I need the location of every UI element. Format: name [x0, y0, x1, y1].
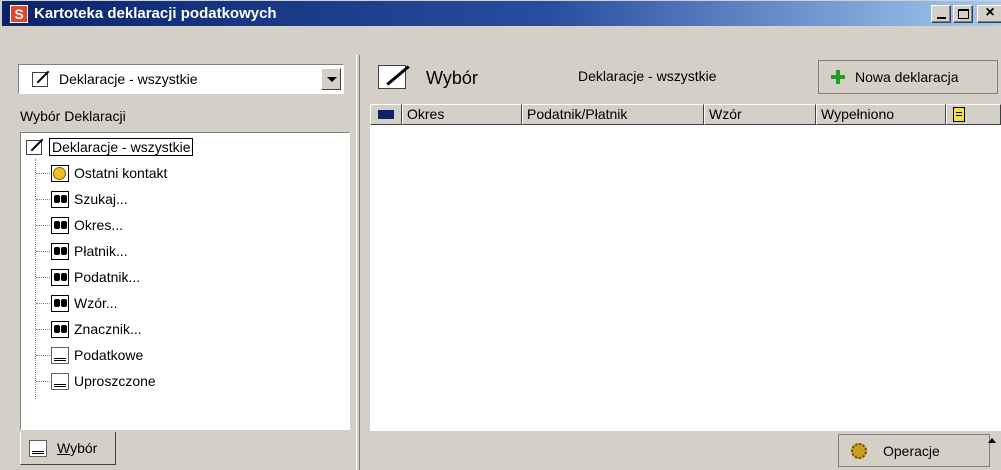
minimize-icon [937, 17, 946, 19]
tree-connector [36, 329, 50, 330]
chevron-up-icon[interactable] [988, 438, 996, 443]
tree-item-podatkowe[interactable]: Podatkowe [51, 345, 143, 365]
view-select-value: Deklaracje - wszystkie [59, 71, 198, 87]
tree-item-uproszczone[interactable]: Uproszczone [51, 371, 156, 391]
tree-item-root[interactable]: Deklaracje - wszystkie [25, 137, 194, 157]
close-icon: × [985, 4, 995, 21]
binoculars-icon [51, 320, 69, 338]
tree-item-label: Znacznik... [74, 321, 142, 337]
binoculars-icon [51, 190, 69, 208]
tree-connector [36, 277, 50, 278]
selection-marker-icon [378, 110, 394, 119]
tree-item-wzor[interactable]: Wzór... [51, 293, 118, 313]
tree-item-szukaj[interactable]: Szukaj... [51, 189, 128, 209]
operations-label: Operacje [883, 443, 940, 459]
binoculars-icon [51, 242, 69, 260]
document-icon [51, 372, 69, 390]
view-select-dropdown-button[interactable] [321, 68, 341, 90]
select-all-column-header[interactable] [370, 104, 402, 125]
tree-connector [36, 381, 50, 382]
column-header-wypelniono[interactable]: Wypełniono [816, 104, 946, 125]
minimize-button[interactable] [931, 5, 951, 23]
tree-item-label: Okres... [74, 217, 124, 233]
column-header-podatnik-platnik[interactable]: Podatnik/Płatnik [522, 104, 704, 125]
grid-header: Okres Podatnik/Płatnik Wzór Wypełniono [370, 104, 1001, 125]
maximize-icon [958, 9, 969, 19]
clock-icon [51, 164, 69, 182]
tree-item-label: Szukaj... [74, 191, 128, 207]
pen-icon [31, 70, 51, 88]
tree-item-label: Podatnik... [74, 269, 141, 285]
tree-connector [36, 225, 50, 226]
tree-connector [36, 251, 50, 252]
close-button[interactable]: × [977, 4, 1001, 23]
tree-item-ostatni-kontakt[interactable]: Ostatni kontakt [51, 163, 167, 183]
window-title: Kartoteka deklaracji podatkowych [34, 5, 277, 22]
column-header-notes[interactable] [946, 104, 1001, 125]
tree-item-znacznik[interactable]: Znacznik... [51, 319, 142, 339]
maximize-button[interactable] [953, 5, 973, 23]
plus-icon [831, 70, 845, 84]
column-header-okres[interactable]: Okres [402, 104, 522, 125]
title-bar[interactable]: S Kartoteka deklaracji podatkowych × [2, 1, 1001, 26]
selection-tree[interactable]: Deklaracje - wszystkie Ostatni kontakt S… [20, 132, 350, 430]
tree-connector [36, 199, 50, 200]
tree-item-label: Ostatni kontakt [74, 165, 168, 181]
tree-item-label: Uproszczone [74, 373, 156, 389]
tree-item-label: Wzór... [74, 295, 118, 311]
tree-item-platnik[interactable]: Płatnik... [51, 241, 128, 261]
gear-icon [851, 443, 867, 459]
app-logo-icon: S [10, 5, 28, 23]
new-declaration-label: Nowa deklaracja [855, 69, 959, 85]
tree-connector [36, 173, 50, 174]
pen-icon [374, 63, 414, 91]
new-declaration-button[interactable]: Nowa deklaracja [818, 60, 998, 94]
wybor-button[interactable]: Wybór [370, 58, 510, 98]
view-title: Deklaracje - wszystkie [578, 68, 717, 84]
panel-splitter[interactable] [356, 55, 360, 470]
tab-wybor[interactable]: Wybór [20, 432, 116, 465]
pen-icon [25, 138, 45, 156]
tab-wybor-label: Wybór [57, 440, 98, 456]
binoculars-icon [51, 294, 69, 312]
column-header-wzor[interactable]: Wzór [704, 104, 816, 125]
chevron-down-icon [327, 77, 337, 82]
section-label: Wybór Deklaracji [20, 108, 126, 124]
tree-item-label: Podatkowe [74, 347, 144, 363]
view-select[interactable]: Deklaracje - wszystkie [18, 64, 344, 94]
operations-button[interactable]: Operacje [838, 434, 990, 467]
binoculars-icon [51, 268, 69, 286]
note-icon [953, 107, 965, 122]
tree-connector [36, 355, 50, 356]
document-icon [29, 440, 47, 457]
main-window: S Kartoteka deklaracji podatkowych × Dek… [0, 0, 1001, 470]
declarations-grid[interactable] [370, 125, 1001, 431]
tree-item-okres[interactable]: Okres... [51, 215, 123, 235]
tree-connector [36, 303, 50, 304]
tree-item-podatnik[interactable]: Podatnik... [51, 267, 140, 287]
tree-item-label: Deklaracje - wszystkie [49, 138, 194, 156]
document-icon [51, 346, 69, 364]
tree-connector [35, 159, 36, 399]
binoculars-icon [51, 216, 69, 234]
wybor-button-label: Wybór [426, 68, 478, 88]
tree-item-label: Płatnik... [74, 243, 128, 259]
